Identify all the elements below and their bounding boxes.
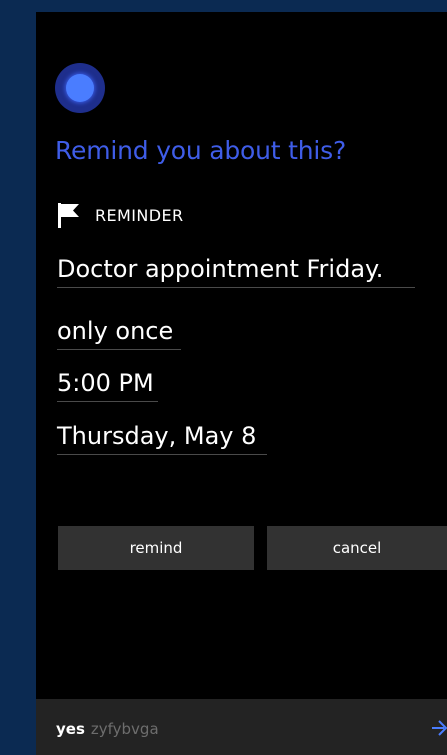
arrow-right-icon[interactable]	[432, 718, 447, 738]
repeat-picker[interactable]: only once	[57, 317, 181, 350]
time-picker[interactable]: 5:00 PM	[57, 369, 158, 402]
device-frame: Remind you about this? REMINDER Doctor a…	[0, 0, 447, 755]
cortana-orb-icon	[55, 63, 105, 113]
remind-button[interactable]: remind	[58, 526, 254, 570]
cortana-screen: Remind you about this? REMINDER Doctor a…	[36, 12, 447, 755]
cortana-prompt: Remind you about this?	[55, 136, 347, 165]
cortana-orb-core	[66, 74, 94, 102]
speech-recognized-text: yes	[56, 720, 85, 738]
speech-input-bar: yes zyfybvga	[36, 699, 447, 755]
speech-transcript: yes zyfybvga	[56, 720, 159, 738]
flag-icon	[58, 203, 79, 228]
reminder-type-header: REMINDER	[57, 200, 183, 230]
speech-interim-text: zyfybvga	[90, 720, 159, 738]
cancel-button[interactable]: cancel	[267, 526, 447, 570]
reminder-type-label: REMINDER	[95, 205, 184, 225]
reminder-title-field[interactable]: Doctor appointment Friday.	[57, 255, 415, 288]
date-picker[interactable]: Thursday, May 8	[57, 422, 267, 455]
